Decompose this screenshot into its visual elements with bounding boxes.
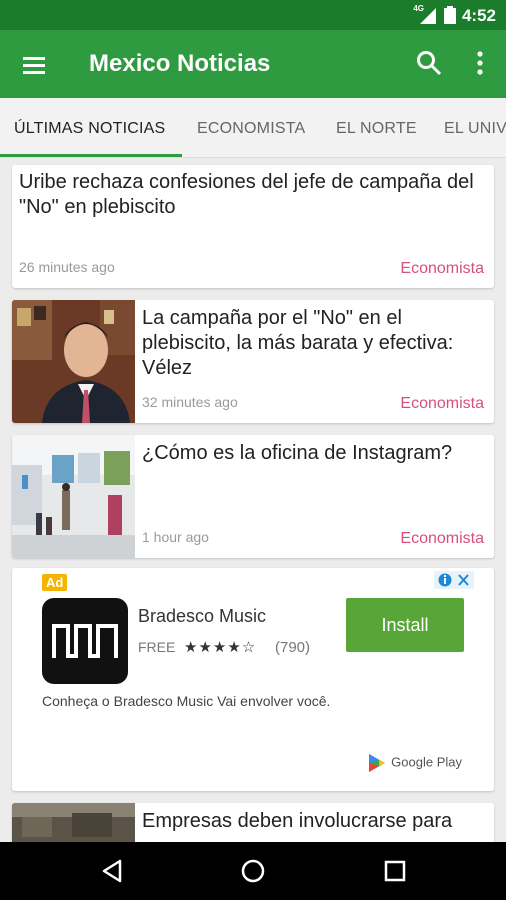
- article-card[interactable]: La campaña por el "No" en el plebiscito,…: [12, 300, 494, 423]
- article-time: 1 hour ago: [142, 529, 209, 545]
- search-icon[interactable]: [414, 48, 444, 78]
- install-button[interactable]: Install: [346, 598, 464, 652]
- tab-el-universal[interactable]: EL UNIVERSAL: [444, 120, 506, 138]
- article-thumbnail: [12, 300, 135, 423]
- app-title: Mexico Noticias: [89, 50, 271, 77]
- ad-app-name[interactable]: Bradesco Music: [138, 606, 266, 627]
- article-headline: La campaña por el "No" en el plebiscito,…: [142, 307, 454, 379]
- ad-badge: Ad: [42, 574, 68, 591]
- ad-description: Conheça o Bradesco Music Vai envolver vo…: [42, 693, 331, 709]
- more-vert-icon[interactable]: [468, 48, 492, 78]
- article-time: 26 minutes ago: [19, 259, 115, 275]
- article-thumbnail: [12, 435, 135, 558]
- article-source: Economista: [400, 395, 484, 412]
- ad-app-price: FREE: [138, 639, 176, 655]
- article-source: Economista: [400, 530, 484, 547]
- article-time: 32 minutes ago: [142, 394, 238, 410]
- ad-rating-count: (790): [275, 639, 311, 656]
- status-time: 4:52: [461, 6, 496, 25]
- google-play-label: Google Play: [391, 754, 462, 770]
- article-headline: ¿Cómo es la oficina de Instagram?: [142, 442, 453, 464]
- article-headline: Empresas deben involucrarse para: [142, 810, 453, 832]
- article-source: Economista: [400, 260, 484, 277]
- battery-icon: [444, 6, 456, 24]
- tab-bar: ÚLTIMAS NOTICIAS ECONOMISTA EL NORTE EL …: [0, 98, 506, 158]
- article-headline: Uribe rechaza confesiones del jefe de ca…: [19, 171, 474, 218]
- tab-el-norte[interactable]: EL NORTE: [336, 120, 417, 138]
- home-icon[interactable]: [238, 856, 268, 886]
- article-card[interactable]: Uribe rechaza confesiones del jefe de ca…: [12, 165, 494, 288]
- status-bar: 4G 4:52: [0, 0, 506, 30]
- article-card[interactable]: ¿Cómo es la oficina de Instagram? 1 hour…: [12, 435, 494, 558]
- rating-stars-icon: ★★★★☆: [184, 639, 257, 656]
- app-bar: Mexico Noticias: [0, 30, 506, 98]
- ad-card[interactable]: Ad Bradesco Music FREE ★★★★☆ (790) Insta…: [12, 568, 494, 791]
- tab-economista[interactable]: ECONOMISTA: [197, 120, 305, 138]
- recents-icon[interactable]: [380, 856, 410, 886]
- tab-ultimas-noticias[interactable]: ÚLTIMAS NOTICIAS: [14, 120, 165, 138]
- google-play-badge[interactable]: Google Play: [368, 754, 462, 772]
- app-icon[interactable]: [42, 598, 128, 684]
- google-play-icon: [368, 754, 385, 772]
- ad-choices-icon[interactable]: [434, 571, 474, 589]
- active-tab-indicator: [0, 154, 182, 157]
- menu-icon[interactable]: [20, 50, 50, 80]
- navigation-bar: [0, 842, 506, 900]
- signal-icon: [420, 8, 436, 24]
- back-icon[interactable]: [98, 856, 128, 886]
